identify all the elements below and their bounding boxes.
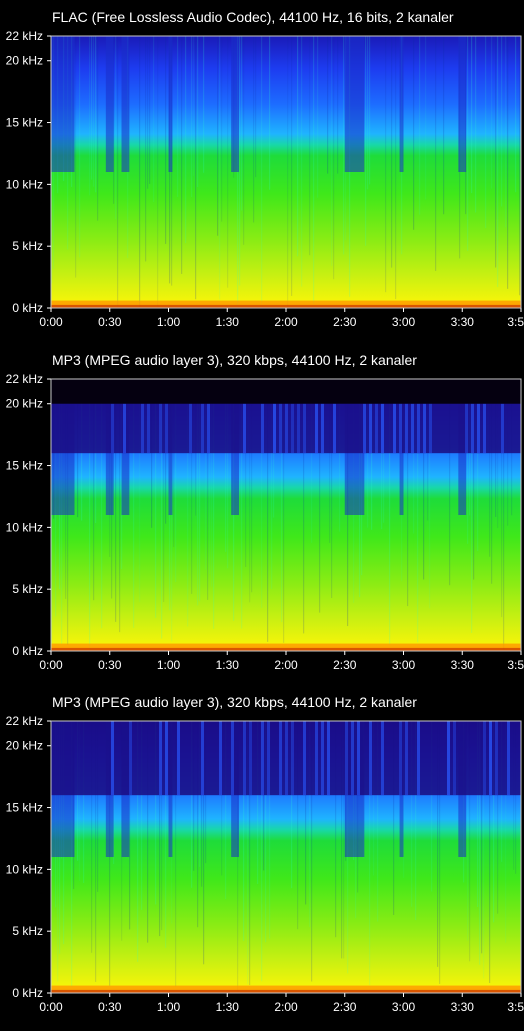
x-tick-label: 3:30	[451, 658, 475, 672]
y-tick-label: 15 kHz	[6, 459, 43, 473]
y-tick-label: 10 kHz	[6, 177, 43, 191]
chart-title: FLAC (Free Lossless Audio Codec), 44100 …	[52, 9, 454, 25]
x-tick-label: 2:30	[333, 315, 357, 329]
x-tick-label: 0:00	[39, 315, 63, 329]
x-tick-label: 3:00	[392, 658, 416, 672]
x-tick-label: 1:00	[157, 1000, 181, 1014]
x-tick-label: 3:5	[507, 658, 524, 672]
y-tick-label: 22 kHz	[6, 372, 43, 386]
x-tick-label: 0:30	[98, 1000, 122, 1014]
spectrogram-panel-3: MP3 (MPEG audio layer 3), 320 kbps, 4410…	[6, 694, 524, 1014]
x-tick-label: 2:00	[274, 315, 298, 329]
chart-title: MP3 (MPEG audio layer 3), 320 kbps, 4410…	[52, 352, 417, 368]
x-tick-label: 1:00	[157, 315, 181, 329]
x-tick-label: 0:00	[39, 658, 63, 672]
x-tick-label: 0:30	[98, 658, 122, 672]
spectrogram-panel-1: FLAC (Free Lossless Audio Codec), 44100 …	[6, 9, 524, 329]
x-tick-label: 1:30	[216, 1000, 240, 1014]
spectrogram-panel-2: MP3 (MPEG audio layer 3), 320 kbps, 4410…	[6, 352, 524, 672]
x-tick-label: 2:30	[333, 658, 357, 672]
y-tick-label: 15 kHz	[6, 116, 43, 130]
x-tick-label: 1:00	[157, 658, 181, 672]
y-tick-label: 10 kHz	[6, 862, 43, 876]
x-tick-label: 3:5	[507, 1000, 524, 1014]
x-tick-label: 3:5	[507, 315, 524, 329]
y-tick-label: 5 kHz	[12, 239, 43, 253]
x-tick-label: 0:00	[39, 1000, 63, 1014]
y-tick-label: 5 kHz	[12, 582, 43, 596]
x-tick-label: 3:30	[451, 315, 475, 329]
x-tick-label: 2:00	[274, 1000, 298, 1014]
y-tick-label: 15 kHz	[6, 801, 43, 815]
y-tick-label: 5 kHz	[12, 924, 43, 938]
x-tick-label: 3:00	[392, 1000, 416, 1014]
x-tick-label: 2:30	[333, 1000, 357, 1014]
x-tick-label: 1:30	[216, 315, 240, 329]
chart-title: MP3 (MPEG audio layer 3), 320 kbps, 4410…	[52, 694, 417, 710]
y-tick-label: 22 kHz	[6, 29, 43, 43]
y-tick-label: 0 kHz	[12, 301, 43, 315]
x-tick-label: 2:00	[274, 658, 298, 672]
y-tick-label: 0 kHz	[12, 644, 43, 658]
x-tick-label: 3:00	[392, 315, 416, 329]
y-tick-label: 22 kHz	[6, 714, 43, 728]
y-tick-label: 10 kHz	[6, 520, 43, 534]
y-tick-label: 20 kHz	[6, 397, 43, 411]
y-tick-label: 0 kHz	[12, 986, 43, 1000]
x-tick-label: 3:30	[451, 1000, 475, 1014]
x-tick-label: 0:30	[98, 315, 122, 329]
y-tick-label: 20 kHz	[6, 739, 43, 753]
x-tick-label: 1:30	[216, 658, 240, 672]
spectrogram-stack: FLAC (Free Lossless Audio Codec), 44100 …	[0, 0, 524, 1031]
y-tick-label: 20 kHz	[6, 54, 43, 68]
